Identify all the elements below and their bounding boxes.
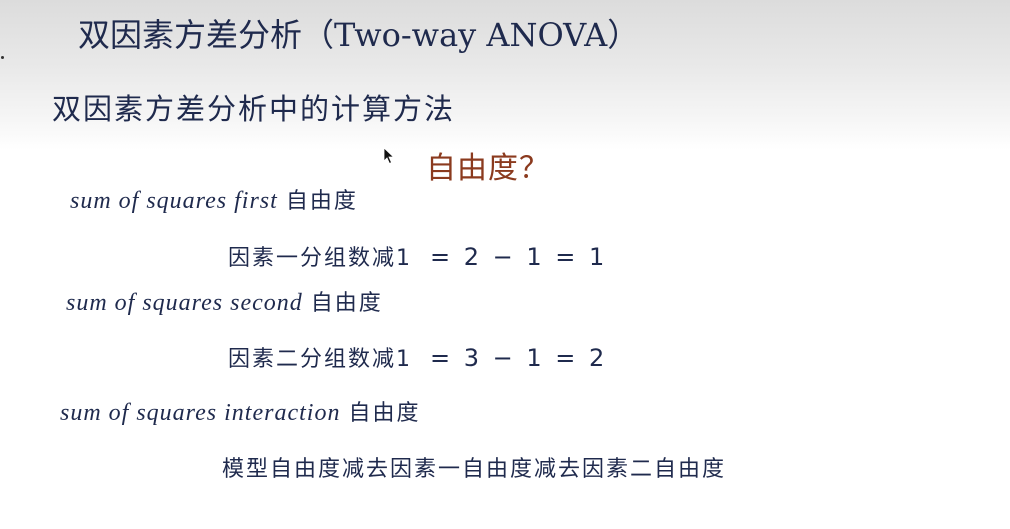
item-first-formula: 因素一分组数减1 = 2 − 1 = 1 (228, 240, 607, 272)
item-interaction-term: sum of squares interaction (60, 400, 341, 426)
item-first-label: sum of squares first 自由度 (70, 183, 358, 215)
item-second-unit: 自由度 (310, 291, 383, 316)
item-interaction-unit: 自由度 (348, 401, 421, 426)
degrees-of-freedom-question: 自由度？ (426, 151, 550, 186)
slide-subtitle: 双因素方差分析中的计算方法 (52, 92, 456, 126)
mouse-pointer-icon (383, 147, 395, 165)
item-interaction-formula-text: 模型自由度减去因素一自由度减去因素二自由度 (222, 457, 727, 482)
item-second-term: sum of squares second (66, 290, 303, 316)
item-interaction-formula: 模型自由度减去因素一自由度减去因素二自由度 (222, 451, 726, 483)
item-first-formula-text: 因素一分组数减1 (228, 246, 412, 271)
item-first-formula-eq: = 2 − 1 = 1 (430, 243, 608, 271)
item-first-unit: 自由度 (285, 189, 358, 214)
item-interaction-label: sum of squares interaction 自由度 (60, 395, 420, 427)
edge-dot (1, 56, 4, 59)
slide-title: 双因素方差分析（Two-way ANOVA） (78, 16, 640, 54)
item-second-formula-text: 因素二分组数减1 (228, 347, 412, 372)
item-second-formula-eq: = 3 − 1 = 2 (430, 344, 608, 372)
item-second-label: sum of squares second 自由度 (66, 285, 383, 317)
item-first-term: sum of squares first (70, 188, 278, 214)
item-second-formula: 因素二分组数减1 = 3 − 1 = 2 (228, 341, 607, 373)
